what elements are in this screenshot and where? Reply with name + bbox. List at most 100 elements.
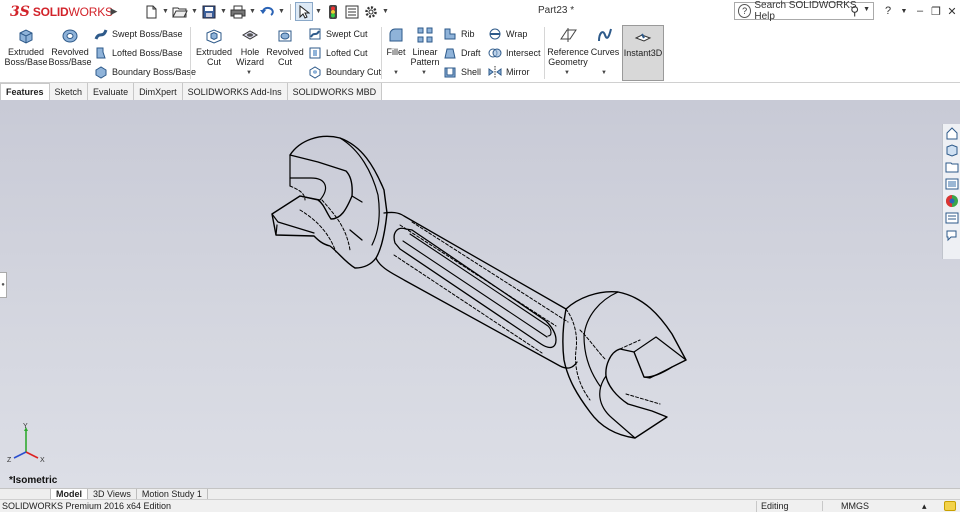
previous-view-icon[interactable]	[392, 100, 408, 101]
undo-icon[interactable]	[258, 2, 276, 21]
shell-label: Shell	[461, 67, 482, 77]
edit-appearance-icon[interactable]	[530, 100, 546, 101]
display-style-icon[interactable]	[474, 100, 490, 101]
revolved-boss-button[interactable]: Revolved Boss/Base	[49, 25, 92, 67]
reference-geometry-dropdown-icon[interactable]: ▼	[564, 70, 570, 76]
swept-boss-button[interactable]: Swept Boss/Base	[94, 26, 183, 42]
curves-dropdown-icon[interactable]: ▼	[601, 70, 607, 76]
wrench-model[interactable]	[0, 100, 960, 488]
tab-solidworks-add-ins[interactable]: SOLIDWORKS Add-Ins	[182, 83, 288, 100]
boundary-cut-button[interactable]: Boundary Cut	[308, 64, 381, 80]
zoom-to-area-icon[interactable]	[374, 100, 390, 101]
fillet-dropdown-icon[interactable]: ▼	[393, 70, 399, 76]
zoom-to-fit-icon[interactable]	[356, 100, 372, 101]
solidworks-resources-icon[interactable]	[945, 126, 959, 140]
tab-dimxpert[interactable]: DimXpert	[134, 83, 183, 100]
wrap-button[interactable]: Wrap	[488, 26, 527, 42]
status-expand-icon[interactable]: ▴	[922, 501, 927, 512]
tab-3d-views[interactable]: 3D Views	[88, 489, 137, 499]
options-dropdown-icon[interactable]: ▼	[381, 2, 390, 21]
intersect-label: Intersect	[506, 48, 541, 58]
reference-geometry-button[interactable]: Reference Geometry	[547, 25, 589, 67]
open-folder-icon[interactable]	[171, 2, 189, 21]
triad-z-label: Z	[7, 457, 12, 464]
graphics-area[interactable]: ▼ ▼ ▼ ▼ ▼ ◫ ◫ – ❐ ✕ ● Y X Z	[0, 100, 960, 488]
tab-sketch[interactable]: Sketch	[49, 83, 89, 100]
status-bar: SOLIDWORKS Premium 2016 x64 Edition Edit…	[0, 499, 960, 512]
view-palette-icon[interactable]	[945, 177, 959, 191]
hide-show-dropdown-icon[interactable]: ▼	[520, 100, 528, 101]
view-settings-icon[interactable]	[576, 100, 592, 101]
help-menu-icon[interactable]: ?	[880, 2, 896, 20]
design-library-icon[interactable]	[945, 143, 959, 157]
revolved-cut-button[interactable]: Revolved Cut	[266, 25, 304, 67]
hole-wizard-dropdown-icon[interactable]: ▼	[246, 70, 252, 76]
print-dropdown-icon[interactable]: ▼	[248, 2, 257, 21]
file-properties-icon[interactable]	[343, 2, 361, 21]
save-dropdown-icon[interactable]: ▼	[219, 2, 228, 21]
undo-dropdown-icon[interactable]: ▼	[277, 2, 286, 21]
display-style-dropdown-icon[interactable]: ▼	[492, 100, 500, 101]
reference-triad: Y X Z	[7, 423, 45, 464]
linear-pattern-button[interactable]: Linear Pattern	[410, 25, 440, 67]
lofted-boss-button[interactable]: Lofted Boss/Base	[94, 45, 183, 61]
forum-icon[interactable]	[945, 228, 959, 242]
shell-button[interactable]: Shell	[443, 64, 481, 80]
instant3d-toggle[interactable]: Instant3D	[622, 25, 664, 81]
minimize-icon[interactable]: –	[912, 2, 928, 20]
appearances-icon[interactable]	[945, 194, 959, 208]
apply-scene-icon[interactable]	[548, 100, 564, 101]
tab-evaluate[interactable]: Evaluate	[88, 83, 135, 100]
help-dropdown-icon[interactable]: ▼	[896, 2, 912, 20]
intersect-button[interactable]: Intersect	[488, 45, 541, 61]
new-dropdown-icon[interactable]: ▼	[161, 2, 170, 21]
extruded-boss-button[interactable]: Extruded Boss/Base	[5, 25, 48, 67]
rebuild-icon[interactable]	[324, 2, 342, 21]
draft-button[interactable]: Draft	[443, 45, 481, 61]
save-icon[interactable]	[200, 2, 218, 21]
tab-motion-study-1[interactable]: Motion Study 1	[137, 489, 208, 499]
linear-pattern-dropdown-icon[interactable]: ▼	[421, 70, 427, 76]
search-icon[interactable]: ⚲	[850, 4, 859, 18]
options-gear-icon[interactable]	[362, 2, 380, 21]
tab-model[interactable]: Model	[50, 489, 88, 499]
status-notification-icon[interactable]	[944, 501, 956, 511]
feature-manager-flyout-handle[interactable]: ●	[0, 272, 7, 298]
dynamic-annotation-icon[interactable]	[428, 100, 444, 101]
toolbar-divider	[290, 3, 291, 20]
restore-icon[interactable]: ❐	[928, 2, 944, 20]
custom-properties-icon[interactable]	[945, 211, 959, 225]
file-explorer-icon[interactable]	[945, 160, 959, 174]
revolved-cut-icon	[278, 30, 292, 42]
close-icon[interactable]: ✕	[944, 2, 960, 20]
section-view-icon[interactable]	[410, 100, 426, 101]
help-search-box[interactable]: ? Search SOLIDWORKS Help ⚲ ▼	[734, 0, 874, 22]
tab-solidworks-mbd[interactable]: SOLIDWORKS MBD	[287, 83, 383, 100]
swept-cut-button[interactable]: Swept Cut	[308, 26, 368, 42]
view-orientation-icon[interactable]	[446, 100, 462, 101]
search-dropdown-icon[interactable]: ▼	[863, 6, 870, 13]
view-settings-dropdown-icon[interactable]: ▼	[594, 100, 602, 101]
hide-show-items-icon[interactable]	[502, 100, 518, 101]
boundary-boss-button[interactable]: Boundary Boss/Base	[94, 64, 196, 80]
reference-geometry-icon	[560, 28, 577, 42]
lofted-cut-button[interactable]: Lofted Cut	[308, 45, 368, 61]
select-dropdown-icon[interactable]: ▼	[314, 2, 323, 21]
tab-features[interactable]: Features	[0, 83, 50, 100]
open-dropdown-icon[interactable]: ▼	[190, 2, 199, 21]
print-icon[interactable]	[229, 2, 247, 21]
fillet-button[interactable]: Fillet	[384, 25, 408, 57]
extruded-cut-button[interactable]: Extruded Cut	[195, 25, 233, 67]
apply-scene-dropdown-icon[interactable]: ▼	[566, 100, 574, 101]
select-cursor-icon[interactable]	[295, 2, 313, 21]
new-document-icon[interactable]	[142, 2, 160, 21]
view-orientation-dropdown-icon[interactable]: ▼	[464, 100, 472, 101]
mirror-button[interactable]: Mirror	[488, 64, 530, 80]
ds-logo-icon: 3S	[10, 3, 30, 20]
unit-system-button[interactable]: MMGS	[822, 501, 872, 511]
solidworks-logo[interactable]: 3S SOLIDWORKS	[0, 0, 113, 23]
expand-menu-icon[interactable]: ▶	[108, 0, 120, 23]
rib-button[interactable]: Rib	[443, 26, 475, 42]
hole-wizard-button[interactable]: Hole Wizard	[234, 25, 266, 67]
curves-button[interactable]: Curves	[591, 25, 619, 57]
